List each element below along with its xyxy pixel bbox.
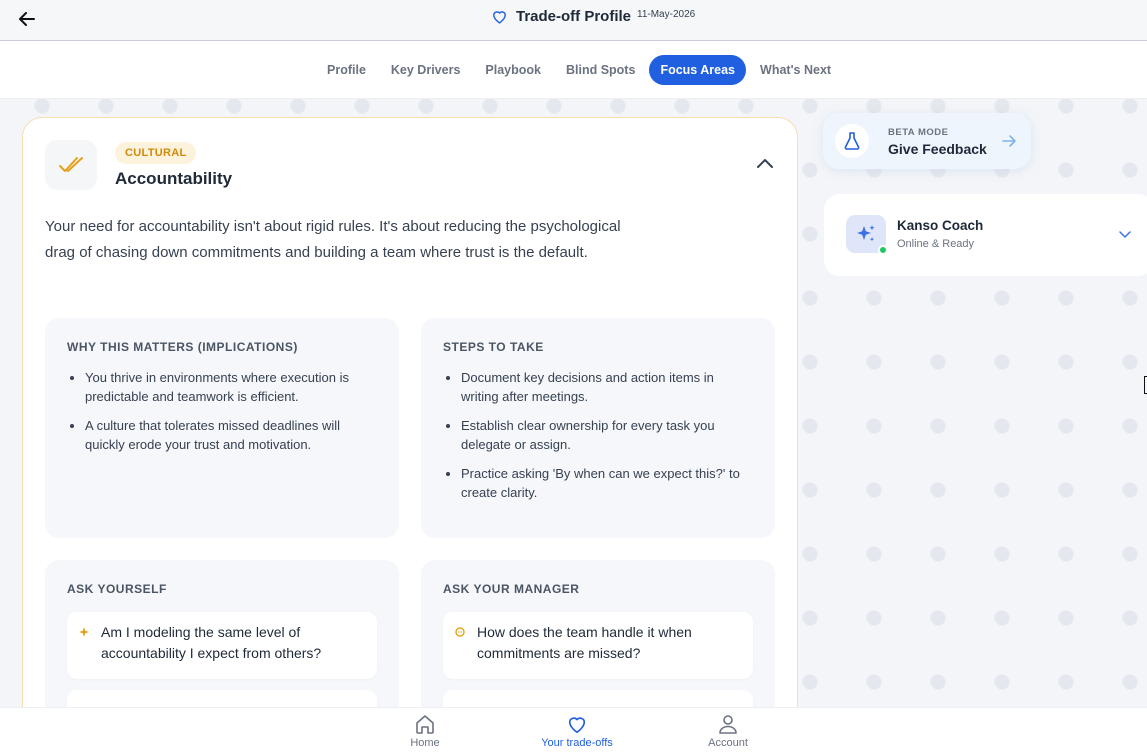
ask-yourself-heading: ASK YOURSELF <box>67 582 167 596</box>
list-item: A culture that tolerates missed deadline… <box>85 416 375 454</box>
why-matters-heading: WHY THIS MATTERS (IMPLICATIONS) <box>67 340 298 354</box>
give-feedback-button[interactable]: BETA MODE Give Feedback <box>823 113 1031 169</box>
nav-home-label: Home <box>410 737 440 749</box>
ask-manager-heading: ASK YOUR MANAGER <box>443 582 580 596</box>
tabs-bar: Profile Key Drivers Playbook Blind Spots… <box>0 41 1147 99</box>
question-card: How does the team handle it when commitm… <box>443 612 753 679</box>
tab-whats-next[interactable]: What's Next <box>749 55 842 85</box>
heart-icon <box>493 11 506 24</box>
online-indicator <box>878 245 888 255</box>
home-icon <box>416 715 434 734</box>
user-icon <box>719 715 737 734</box>
bottom-nav: Home Your trade-offs Account <box>0 707 1147 756</box>
heart-icon <box>568 717 586 733</box>
tab-blind-spots[interactable]: Blind Spots <box>555 55 646 85</box>
why-matters-list: You thrive in environments where executi… <box>85 368 375 464</box>
tab-key-drivers[interactable]: Key Drivers <box>380 55 472 85</box>
list-item: You thrive in environments where executi… <box>85 368 375 406</box>
give-feedback-label: Give Feedback <box>888 141 987 157</box>
list-item: Practice asking 'By when can we expect t… <box>461 464 751 502</box>
double-check-icon <box>45 140 97 190</box>
page-title: Trade-off Profile <box>516 8 632 25</box>
category-badge: CULTURAL <box>115 142 197 164</box>
page-title-group: Trade-off Profile 11-May-2026 <box>491 8 695 25</box>
nav-account[interactable]: Account <box>678 714 778 749</box>
coach-card[interactable]: Kanso Coach Online & Ready <box>824 194 1147 276</box>
beta-mode-label: BETA MODE <box>888 127 949 138</box>
sparkles-icon <box>857 225 875 242</box>
arrow-right-icon <box>1002 135 1016 147</box>
chat-bubble-icon <box>455 627 465 637</box>
top-header: Trade-off Profile 11-May-2026 <box>0 0 1147 41</box>
question-card: Am I modeling the same level of accounta… <box>67 612 377 679</box>
steps-list: Document key decisions and action items … <box>461 368 751 512</box>
focus-area-card: CULTURAL Accountability Your need for ac… <box>22 117 798 737</box>
list-item: Establish clear ownership for every task… <box>461 416 751 454</box>
nav-account-label: Account <box>708 737 748 749</box>
flask-icon <box>835 124 869 158</box>
tab-playbook[interactable]: Playbook <box>474 55 552 85</box>
focus-description: Your need for accountability isn't about… <box>45 218 621 261</box>
tab-list: Profile Key Drivers Playbook Blind Spots… <box>316 55 845 85</box>
why-matters-panel: WHY THIS MATTERS (IMPLICATIONS) You thri… <box>45 318 399 538</box>
chevron-down-icon[interactable] <box>1118 228 1132 240</box>
profile-date: 11-May-2026 <box>637 9 696 20</box>
tab-profile[interactable]: Profile <box>316 55 377 85</box>
tab-focus-areas[interactable]: Focus Areas <box>649 55 747 85</box>
nav-your-tradeoffs[interactable]: Your trade-offs <box>527 714 627 749</box>
coach-status: Online & Ready <box>897 238 975 250</box>
chevron-up-icon <box>757 159 773 168</box>
steps-panel: STEPS TO TAKE Document key decisions and… <box>421 318 775 538</box>
collapse-button[interactable] <box>755 156 775 172</box>
nav-home[interactable]: Home <box>375 714 475 749</box>
nav-your-tradeoffs-label: Your trade-offs <box>541 737 613 749</box>
focus-title: Accountability <box>115 169 233 188</box>
steps-heading: STEPS TO TAKE <box>443 340 544 354</box>
list-item: Document key decisions and action items … <box>461 368 751 406</box>
question-text: Am I modeling the same level of accounta… <box>101 624 322 661</box>
sparkle-icon <box>79 627 89 637</box>
arrow-left-icon <box>19 12 35 26</box>
back-button[interactable] <box>14 8 40 30</box>
coach-name: Kanso Coach <box>897 218 984 233</box>
question-text: How does the team handle it when commitm… <box>477 624 692 661</box>
